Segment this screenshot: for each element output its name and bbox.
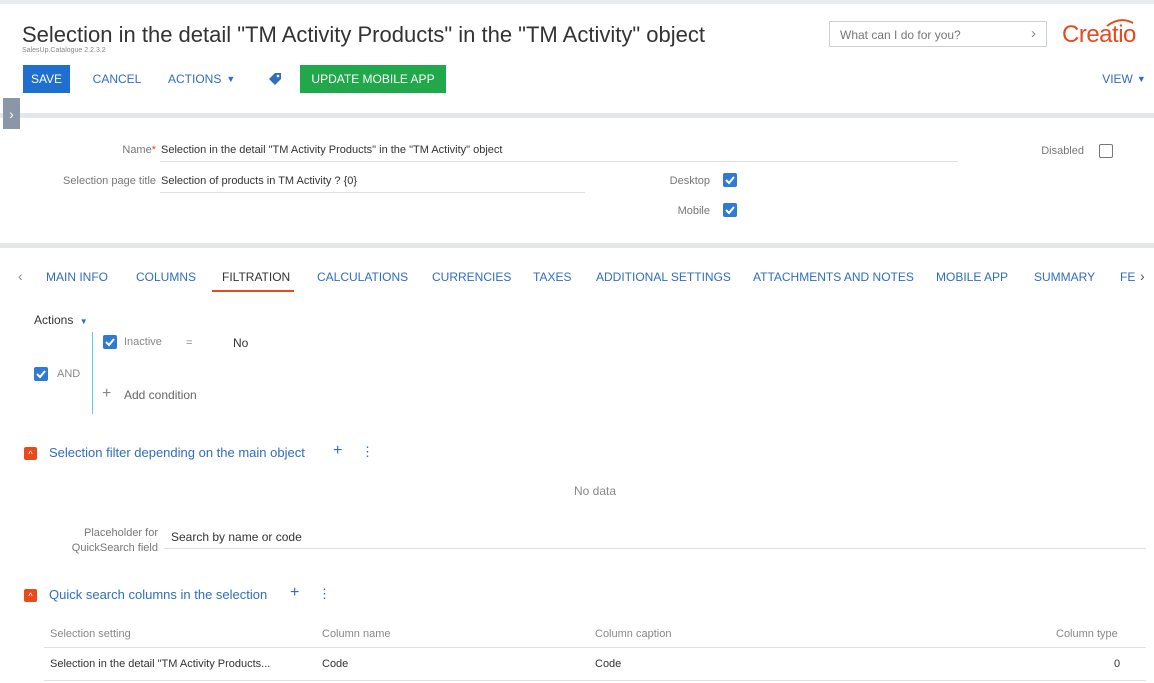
placeholder-field-underline	[164, 548, 1146, 549]
active-tab-indicator	[212, 290, 294, 292]
name-value[interactable]: Selection in the detail "TM Activity Pro…	[161, 144, 502, 156]
caret-down-icon: ▼	[226, 74, 236, 84]
disabled-checkbox[interactable]	[1099, 144, 1113, 158]
page-title: Selection in the detail "TM Activity Pro…	[22, 22, 705, 47]
caret-down-icon: ▼	[79, 317, 88, 326]
tab-attachments-and-notes[interactable]: ATTACHMENTS AND NOTES	[753, 270, 914, 284]
add-icon[interactable]: +	[333, 442, 342, 460]
and-group-checkbox[interactable]	[34, 367, 48, 381]
command-search-input[interactable]: What can I do for you? ›	[829, 21, 1047, 47]
top-strip	[0, 0, 1154, 4]
collapse-icon[interactable]: ^	[24, 589, 37, 602]
tab-summary[interactable]: SUMMARY	[1034, 270, 1095, 284]
tab-main-info[interactable]: MAIN INFO	[46, 270, 108, 284]
disabled-label: Disabled	[1041, 145, 1084, 157]
selection-page-title-value[interactable]: Selection of products in TM Activity ? {…	[161, 175, 357, 187]
actions-label: ACTIONS	[168, 72, 222, 86]
add-icon[interactable]: +	[290, 584, 299, 602]
tab-columns[interactable]: COLUMNS	[136, 270, 196, 284]
form-divider	[0, 243, 1154, 248]
table-cell: 0	[1114, 658, 1121, 670]
mobile-label: Mobile	[677, 205, 710, 217]
more-options-icon[interactable]: ⋮	[318, 586, 331, 602]
tabs-scroll-right-icon[interactable]: ›	[1140, 268, 1145, 284]
collapse-icon[interactable]: ^	[24, 447, 37, 460]
package-version: SalesUp.Catalogue 2.2.3.2	[22, 47, 106, 54]
desktop-checkbox[interactable]	[723, 173, 737, 187]
tab-additional-settings[interactable]: ADDITIONAL SETTINGS	[596, 270, 731, 284]
tabs-scroll-left-icon[interactable]: ‹	[18, 268, 23, 284]
tab-filtration[interactable]: FILTRATION	[222, 270, 290, 284]
column-header[interactable]: Column name	[322, 628, 390, 640]
table-cell: Code	[322, 658, 349, 670]
selection-filter-title[interactable]: Selection filter depending on the main o…	[49, 445, 305, 460]
cancel-button[interactable]: CANCEL	[92, 65, 142, 93]
search-placeholder: What can I do for you?	[840, 28, 961, 42]
no-data-text: No data	[574, 484, 617, 498]
column-header[interactable]: Column type	[1056, 628, 1118, 640]
and-logic-label: AND	[57, 368, 81, 380]
expand-sidebar-icon[interactable]: ›	[3, 98, 20, 129]
column-header[interactable]: Column caption	[595, 628, 671, 640]
condition-operator[interactable]: =	[186, 337, 192, 349]
condition-value[interactable]: No	[233, 336, 248, 350]
chevron-right-icon[interactable]: ›	[1031, 25, 1036, 42]
logo-swoosh-icon	[1106, 19, 1134, 27]
filter-group-line	[92, 332, 93, 414]
more-options-icon[interactable]: ⋮	[361, 444, 374, 460]
condition-checkbox[interactable]	[103, 335, 117, 349]
condition-field[interactable]: Inactive	[124, 336, 162, 348]
view-label: VIEW	[1102, 72, 1133, 86]
caret-down-icon: ▼	[1136, 74, 1146, 84]
filter-actions-menu[interactable]: Actions ▼	[34, 313, 88, 327]
add-condition-link[interactable]: Add condition	[124, 388, 197, 402]
update-mobile-app-button[interactable]: UPDATE MOBILE APP	[300, 65, 446, 93]
name-label: Name*	[122, 144, 156, 156]
table-header-divider	[44, 647, 1146, 648]
header-divider	[0, 113, 1154, 118]
table-cell: Code	[595, 658, 622, 670]
page-title-field-underline	[160, 192, 585, 193]
tab-calculations[interactable]: CALCULATIONS	[317, 270, 408, 284]
name-field-underline	[160, 161, 958, 162]
selection-page-title-label: Selection page title	[63, 175, 156, 187]
add-icon[interactable]: +	[102, 385, 111, 403]
table-cell: Selection in the detail "TM Activity Pro…	[50, 658, 271, 670]
tab-fei[interactable]: FEI	[1120, 270, 1136, 284]
quick-search-title[interactable]: Quick search columns in the selection	[49, 587, 267, 602]
tab-currencies[interactable]: CURRENCIES	[432, 270, 511, 284]
quicksearch-placeholder-input[interactable]: Search by name or code	[171, 530, 302, 544]
column-header[interactable]: Selection setting	[50, 628, 131, 640]
tag-icon[interactable]	[266, 65, 284, 93]
placeholder-label: Placeholder for QuickSearch field	[71, 527, 158, 554]
actions-menu-button[interactable]: ACTIONS ▼	[168, 65, 240, 93]
save-button[interactable]: SAVE	[23, 65, 70, 93]
tab-taxes[interactable]: TAXES	[533, 270, 571, 284]
desktop-label: Desktop	[669, 175, 710, 187]
table-row[interactable]: Selection in the detail "TM Activity Pro…	[44, 650, 1146, 680]
tab-mobile-app[interactable]: MOBILE APP	[936, 270, 1008, 284]
table-row-divider	[44, 680, 1146, 681]
mobile-checkbox[interactable]	[723, 203, 737, 217]
view-menu-button[interactable]: VIEW ▼	[1100, 65, 1148, 93]
